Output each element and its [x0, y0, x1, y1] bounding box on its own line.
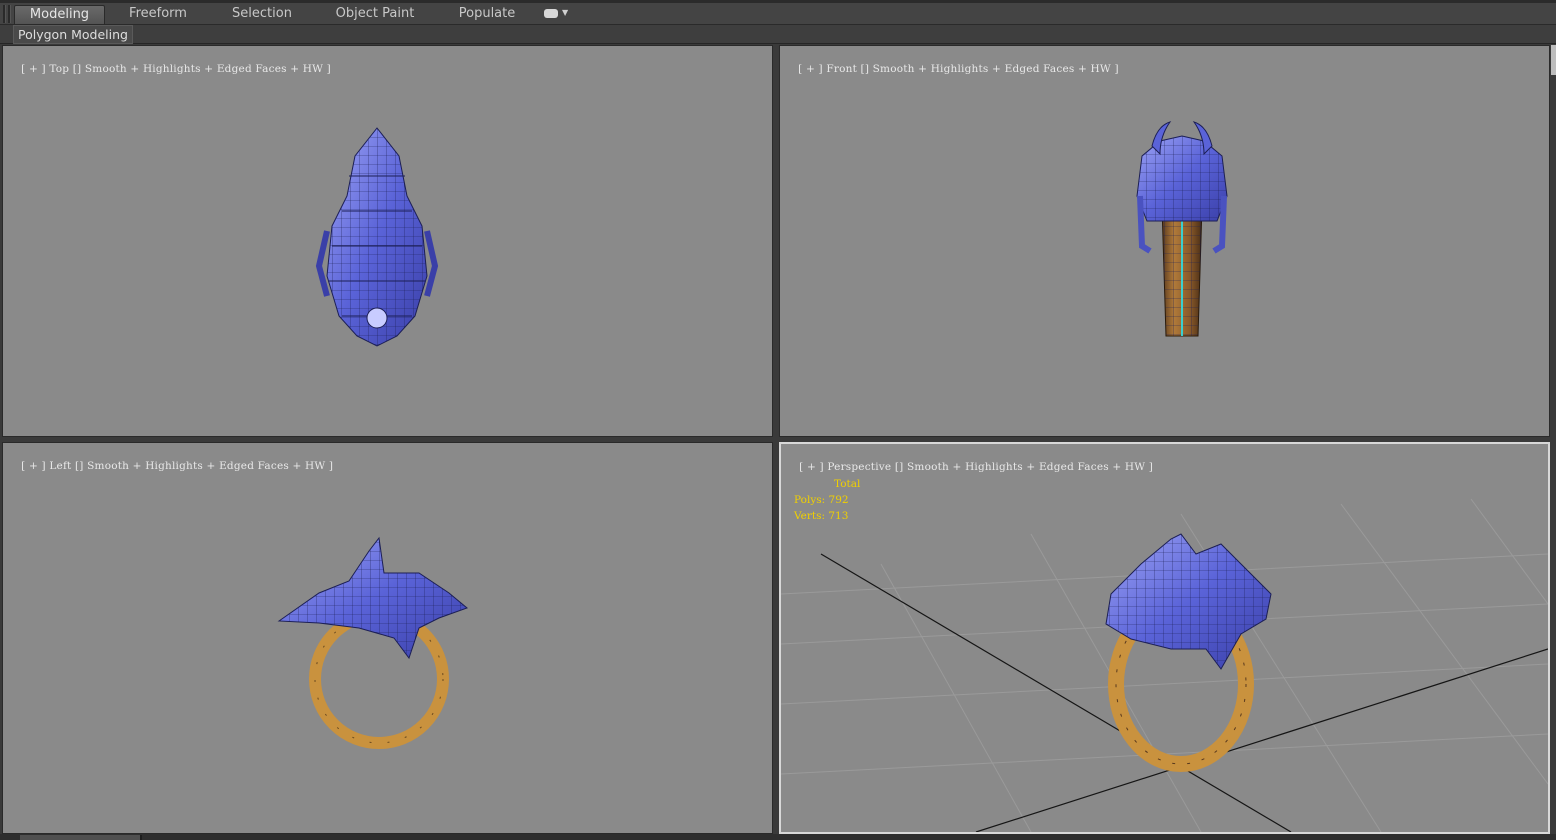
ring-mesh-top-view: [315, 127, 439, 347]
toggle-dropdown-icon[interactable]: ▼: [544, 7, 570, 21]
toggle-pill-icon: [544, 9, 558, 18]
polygon-modeling-panel-button[interactable]: Polygon Modeling: [13, 25, 133, 44]
viewport-perspective[interactable]: [ + ] Perspective [] Smooth + Highlights…: [779, 442, 1550, 834]
ribbon-panel: Polygon Modeling: [0, 25, 1556, 44]
tab-populate[interactable]: Populate: [450, 5, 524, 23]
time-slider[interactable]: [20, 835, 142, 840]
viewport-front[interactable]: [ + ] Front [] Smooth + Highlights + Edg…: [779, 45, 1550, 437]
viewport-left[interactable]: [ + ] Left [] Smooth + Highlights + Edge…: [2, 442, 773, 834]
tab-freeform[interactable]: Freeform: [118, 5, 198, 23]
perspective-grid-and-mesh: [781, 498, 1548, 832]
ribbon-grip-handle[interactable]: [3, 5, 6, 23]
viewport-top[interactable]: [ + ] Top [] Smooth + Highlights + Edged…: [2, 45, 773, 437]
chevron-down-icon: ▼: [562, 8, 569, 17]
ribbon-tab-bar: Modeling Freeform Selection Object Paint…: [0, 3, 1556, 25]
ring-mesh-left-view: [277, 536, 468, 749]
ribbon-grip-handle[interactable]: [8, 5, 11, 23]
ring-mesh-front-view: [1136, 121, 1228, 337]
status-bar: [0, 834, 1556, 840]
tab-object-paint[interactable]: Object Paint: [330, 5, 420, 23]
tab-modeling[interactable]: Modeling: [14, 5, 105, 24]
right-panel-scrollbar[interactable]: [1551, 45, 1556, 75]
tab-selection[interactable]: Selection: [222, 5, 302, 23]
